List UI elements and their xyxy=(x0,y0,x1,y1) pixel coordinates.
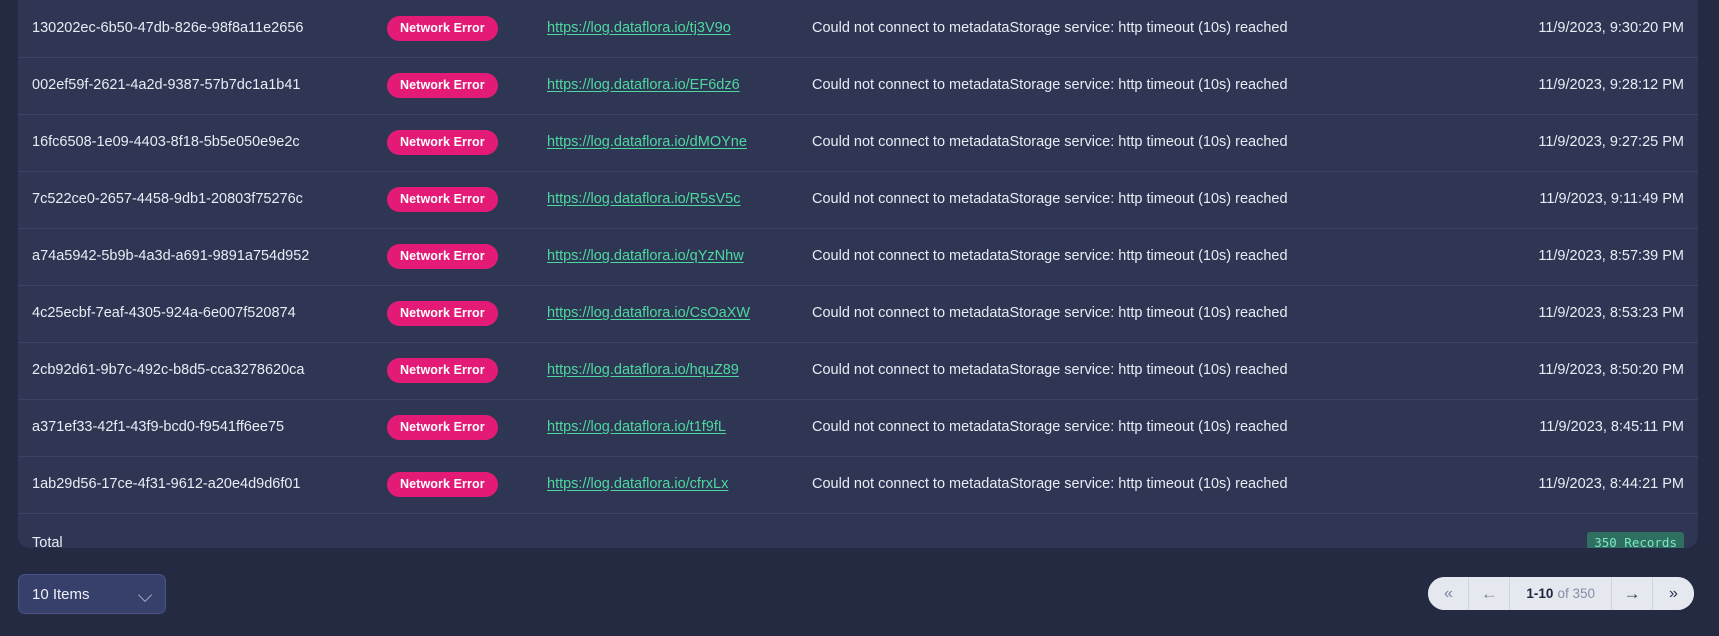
cell-message: Could not connect to metadataStorage ser… xyxy=(798,284,1416,342)
log-url-link[interactable]: https://log.dataflora.io/dMOYne xyxy=(547,134,747,150)
table-footer-bar: 10 Items « ← 1-10 of 350 → » xyxy=(0,548,1719,636)
total-spacer-message xyxy=(798,512,1416,548)
cell-timestamp: 11/9/2023, 9:28:12 PM xyxy=(1416,56,1698,114)
log-url-link[interactable]: https://log.dataflora.io/tj3V9o xyxy=(547,20,731,36)
page-size-label: 10 Items xyxy=(32,585,90,603)
table-row[interactable]: a371ef33-42f1-43f9-bcd0-f9541ff6ee75 Netw… xyxy=(18,398,1698,456)
cell-status: Network Error xyxy=(373,113,533,171)
cell-id: 2cb92d61-9b7c-492c-b8d5-cca3278620ca xyxy=(18,341,373,399)
table-row[interactable]: 4c25ecbf-7eaf-4305-924a-6e007f520874 Netw… xyxy=(18,284,1698,342)
status-badge: Network Error xyxy=(387,186,498,213)
cell-status: Network Error xyxy=(373,455,533,513)
cell-url: https://log.dataflora.io/EF6dz6 xyxy=(533,56,798,114)
log-url-link[interactable]: https://log.dataflora.io/t1f9fL xyxy=(547,419,726,435)
cell-id: 1ab29d56-17ce-4f31-9612-a20e4d9d6f01 xyxy=(18,455,373,513)
logs-table-screen: 130202ec-6b50-47db-826e-98f8a11e2656 Netw… xyxy=(0,0,1719,636)
cell-message: Could not connect to metadataStorage ser… xyxy=(798,56,1416,114)
cell-status: Network Error xyxy=(373,56,533,114)
cell-timestamp: 11/9/2023, 9:30:20 PM xyxy=(1538,19,1684,36)
table-row[interactable]: 2cb92d61-9b7c-492c-b8d5-cca3278620ca Netw… xyxy=(18,341,1698,399)
table-row[interactable]: 1ab29d56-17ce-4f31-9612-a20e4d9d6f01 Netw… xyxy=(18,455,1698,513)
cell-timestamp: 11/9/2023, 9:27:25 PM xyxy=(1416,113,1698,171)
cell-id: 002ef59f-2621-4a2d-9387-57b7dc1a1b41 xyxy=(18,56,373,114)
total-spacer-status xyxy=(373,512,533,548)
status-badge: Network Error xyxy=(387,357,498,384)
cell-url: https://log.dataflora.io/R5sV5c xyxy=(533,170,798,228)
cell-id: a371ef33-42f1-43f9-bcd0-f9541ff6ee75 xyxy=(18,398,373,456)
cell-status: Network Error xyxy=(373,0,533,57)
cell-message: Could not connect to metadataStorage ser… xyxy=(798,455,1416,513)
cell-id: 7c522ce0-2657-4458-9db1-20803f75276c xyxy=(18,170,373,228)
page-size-select[interactable]: 10 Items xyxy=(18,574,166,614)
total-label: Total xyxy=(18,512,373,548)
table-row[interactable]: a74a5942-5b9b-4a3d-a691-9891a754d952 Netw… xyxy=(18,227,1698,285)
total-records-cell: 350 Records xyxy=(1416,512,1698,548)
log-url-link[interactable]: https://log.dataflora.io/EF6dz6 xyxy=(547,77,740,93)
cell-url: https://log.dataflora.io/dMOYne xyxy=(533,113,798,171)
cell-id: 16fc6508-1e09-4403-8f18-5b5e050e9e2c xyxy=(18,113,373,171)
table-row[interactable]: 002ef59f-2621-4a2d-9387-57b7dc1a1b41 Netw… xyxy=(18,56,1698,114)
cell-url: https://log.dataflora.io/hquZ89 xyxy=(533,341,798,399)
logs-table: 130202ec-6b50-47db-826e-98f8a11e2656 Netw… xyxy=(18,0,1698,548)
status-badge: Network Error xyxy=(387,471,498,498)
first-page-button[interactable]: « xyxy=(1428,577,1470,610)
chevron-down-icon xyxy=(139,588,152,601)
cell-timestamp: 11/9/2023, 9:11:49 PM xyxy=(1416,170,1698,228)
cell-status: Network Error xyxy=(373,341,533,399)
total-spacer-url xyxy=(533,512,798,548)
logs-table-body: 130202ec-6b50-47db-826e-98f8a11e2656 Netw… xyxy=(18,0,1698,548)
status-badge: Network Error xyxy=(387,300,498,327)
log-url-link[interactable]: https://log.dataflora.io/CsOaXW xyxy=(547,305,750,321)
page-range-current: 1-10 xyxy=(1526,586,1554,601)
table-total-row: Total 350 Records xyxy=(18,512,1698,548)
cell-message: Could not connect to metadataStorage ser… xyxy=(812,19,1288,36)
logs-table-panel: 130202ec-6b50-47db-826e-98f8a11e2656 Netw… xyxy=(18,0,1698,548)
pagination-control: « ← 1-10 of 350 → » xyxy=(1428,577,1694,610)
log-url-link[interactable]: https://log.dataflora.io/qYzNhw xyxy=(547,248,744,264)
cell-id: a74a5942-5b9b-4a3d-a691-9891a754d952 xyxy=(18,227,373,285)
cell-timestamp: 11/9/2023, 8:44:21 PM xyxy=(1416,455,1698,513)
cell-message: Could not connect to metadataStorage ser… xyxy=(798,341,1416,399)
next-page-button[interactable]: → xyxy=(1612,577,1653,610)
table-row[interactable]: 7c522ce0-2657-4458-9db1-20803f75276c Netw… xyxy=(18,170,1698,228)
page-range-indicator: 1-10 of 350 xyxy=(1510,577,1612,610)
last-page-button[interactable]: » xyxy=(1653,577,1694,610)
arrow-left-icon: ← xyxy=(1480,584,1498,603)
cell-id: 130202ec-6b50-47db-826e-98f8a11e2656 xyxy=(32,19,304,36)
status-badge: Network Error xyxy=(387,243,498,270)
cell-status: Network Error xyxy=(373,398,533,456)
table-row[interactable]: 130202ec-6b50-47db-826e-98f8a11e2656 Netw… xyxy=(18,0,1698,57)
cell-url: https://log.dataflora.io/qYzNhw xyxy=(533,227,798,285)
cell-status: Network Error xyxy=(373,170,533,228)
cell-timestamp: 11/9/2023, 8:53:23 PM xyxy=(1416,284,1698,342)
double-chevron-left-icon: « xyxy=(1443,584,1453,602)
cell-status: Network Error xyxy=(373,227,533,285)
cell-status: Network Error xyxy=(373,284,533,342)
cell-message: Could not connect to metadataStorage ser… xyxy=(798,227,1416,285)
status-badge: Network Error xyxy=(387,72,498,99)
page-range-total: of 350 xyxy=(1557,586,1595,601)
cell-timestamp: 11/9/2023, 8:50:20 PM xyxy=(1416,341,1698,399)
cell-url: https://log.dataflora.io/t1f9fL xyxy=(533,398,798,456)
cell-message: Could not connect to metadataStorage ser… xyxy=(798,398,1416,456)
log-url-link[interactable]: https://log.dataflora.io/cfrxLx xyxy=(547,476,728,492)
cell-message: Could not connect to metadataStorage ser… xyxy=(798,113,1416,171)
cell-timestamp: 11/9/2023, 8:45:11 PM xyxy=(1416,398,1698,456)
status-badge: Network Error xyxy=(387,414,498,441)
records-count-badge: 350 Records xyxy=(1587,532,1684,548)
status-badge: Network Error xyxy=(387,129,498,156)
double-chevron-right-icon: » xyxy=(1669,584,1678,602)
status-badge: Network Error xyxy=(387,15,498,41)
log-url-link[interactable]: https://log.dataflora.io/R5sV5c xyxy=(547,191,740,207)
table-row[interactable]: 16fc6508-1e09-4403-8f18-5b5e050e9e2c Netw… xyxy=(18,113,1698,171)
cell-url: https://log.dataflora.io/CsOaXW xyxy=(533,284,798,342)
cell-url: https://log.dataflora.io/cfrxLx xyxy=(533,455,798,513)
cell-url: https://log.dataflora.io/tj3V9o xyxy=(533,0,798,57)
cell-message: Could not connect to metadataStorage ser… xyxy=(798,170,1416,228)
arrow-right-icon: → xyxy=(1623,584,1641,603)
cell-id: 4c25ecbf-7eaf-4305-924a-6e007f520874 xyxy=(18,284,373,342)
cell-timestamp: 11/9/2023, 8:57:39 PM xyxy=(1416,227,1698,285)
previous-page-button[interactable]: ← xyxy=(1469,577,1511,610)
log-url-link[interactable]: https://log.dataflora.io/hquZ89 xyxy=(547,362,739,378)
